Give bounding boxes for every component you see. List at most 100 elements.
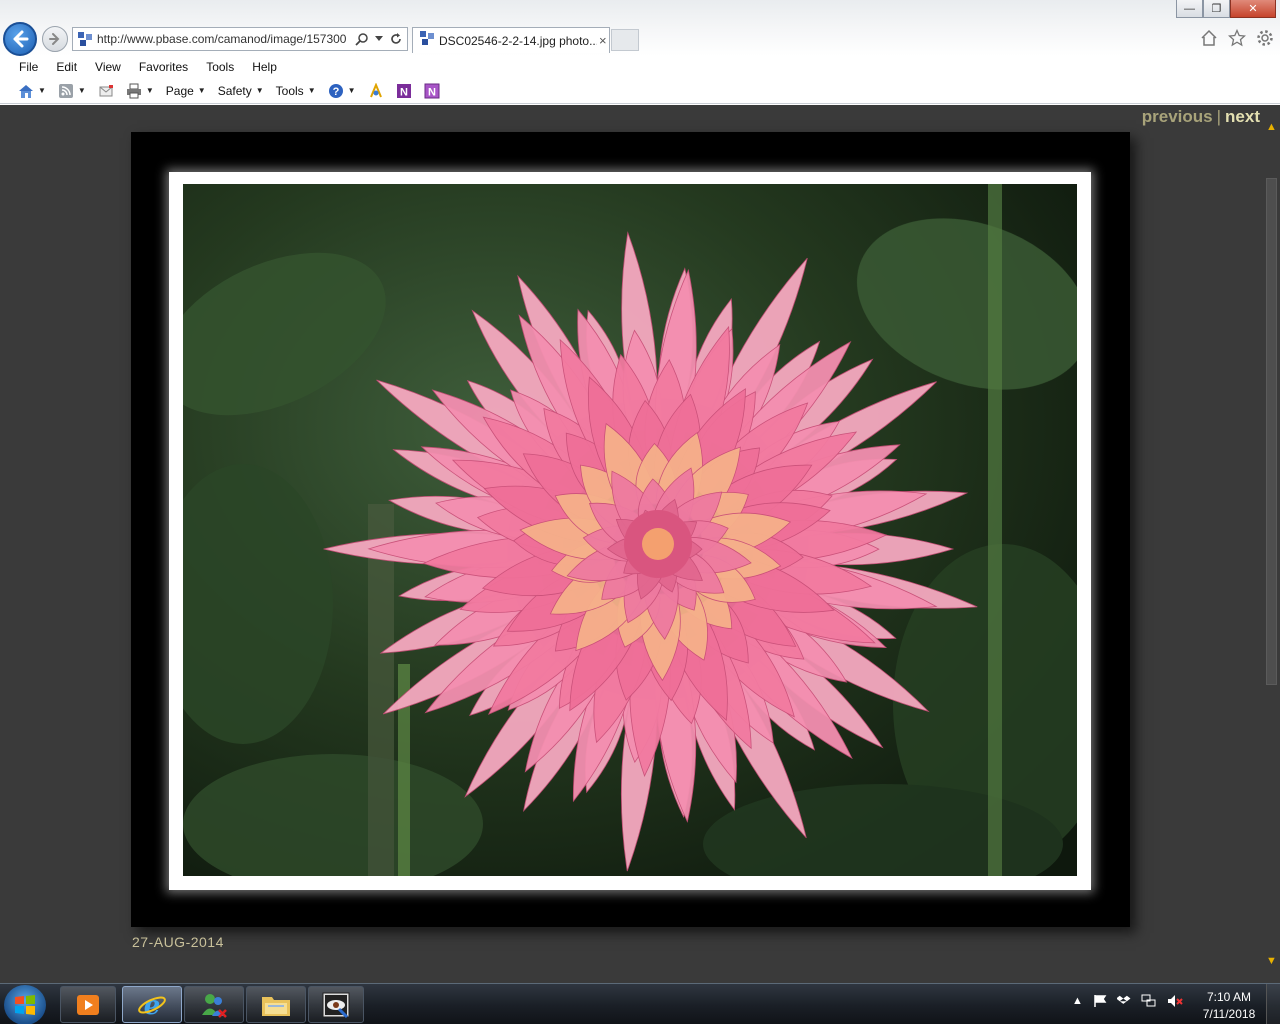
- menu-file[interactable]: File: [19, 60, 38, 74]
- taskbar: e ▲ 7:10 AM 7/11/2018: [0, 983, 1280, 1024]
- show-desktop-button[interactable]: [1266, 984, 1280, 1024]
- chevron-down-icon: ▼: [255, 86, 264, 95]
- image-date: 27-AUG-2014: [132, 934, 224, 950]
- forward-button[interactable]: [42, 26, 68, 52]
- tab-title: DSC02546-2-2-14.jpg photo...: [439, 33, 597, 48]
- home-icon: [19, 84, 33, 98]
- chevron-down-icon[interactable]: [375, 36, 383, 42]
- tools-menu-label: Tools: [275, 83, 304, 98]
- dropbox-icon[interactable]: [1116, 994, 1131, 1008]
- help-icon: ?: [328, 83, 343, 98]
- onenote-linked-command[interactable]: N: [424, 83, 440, 99]
- print-command[interactable]: ▼: [126, 83, 154, 99]
- network-icon[interactable]: [1141, 994, 1157, 1008]
- pbase-favicon-icon: [77, 31, 93, 47]
- volume-muted-icon[interactable]: [1167, 994, 1183, 1008]
- media-player-icon: [77, 994, 99, 1015]
- taskbar-file-explorer[interactable]: [246, 986, 306, 1023]
- scrollbar-thumb[interactable]: [1266, 178, 1277, 685]
- onenote-linked-icon: N: [424, 83, 440, 98]
- dahlia-photo[interactable]: [183, 184, 1077, 876]
- gear-icon[interactable]: [1256, 29, 1274, 47]
- start-button[interactable]: [4, 985, 46, 1024]
- browser-right-icons: [1200, 29, 1274, 47]
- svg-text:N: N: [400, 86, 408, 98]
- close-window-button[interactable]: ✕: [1230, 0, 1276, 18]
- new-tab-button[interactable]: [611, 29, 639, 51]
- clock-time: 7:10 AM: [1206, 990, 1252, 1004]
- menu-bar: File Edit View Favorites Tools Help: [0, 56, 1280, 78]
- chevron-down-icon: ▼: [197, 86, 206, 95]
- chevron-down-icon[interactable]: ▼: [348, 86, 356, 95]
- scroll-down-arrow-icon[interactable]: ▼: [1266, 955, 1277, 967]
- back-button[interactable]: [3, 22, 37, 56]
- scroll-up-arrow-icon[interactable]: ▲: [1266, 121, 1277, 133]
- action-center-flag-icon[interactable]: [1093, 994, 1107, 1008]
- home-command[interactable]: ▼: [18, 83, 46, 99]
- arrow-right-icon: [49, 33, 60, 45]
- svg-text:e: e: [144, 991, 161, 1020]
- help-command[interactable]: ? ▼: [328, 83, 356, 99]
- home-icon[interactable]: [1200, 29, 1218, 47]
- svg-text:?: ?: [332, 86, 339, 98]
- dahlia-image: [183, 184, 1077, 876]
- window-controls: — ❐ ✕: [1176, 0, 1276, 18]
- taskbar-media-player[interactable]: [60, 986, 116, 1023]
- system-tray: ▲: [1072, 994, 1183, 1008]
- arrow-left-icon: [13, 30, 29, 48]
- restore-button[interactable]: ❐: [1203, 0, 1230, 18]
- folder-icon: [262, 996, 290, 1016]
- pbase-favicon-icon: [419, 30, 435, 51]
- taskbar-image-viewer[interactable]: [308, 986, 364, 1023]
- page-menu-label: Page: [165, 83, 194, 98]
- minimize-button[interactable]: —: [1176, 0, 1203, 18]
- chevron-down-icon[interactable]: ▼: [38, 86, 46, 95]
- feeds-command[interactable]: ▼: [58, 83, 86, 99]
- research-command[interactable]: [368, 82, 384, 99]
- messenger-icon: [202, 993, 227, 1018]
- page-menu[interactable]: Page ▼: [166, 84, 206, 98]
- pagination-nav: previous | next: [1142, 107, 1260, 127]
- tab-close-button[interactable]: ×: [599, 33, 607, 48]
- search-icon[interactable]: [355, 32, 369, 46]
- favorites-star-icon[interactable]: [1228, 29, 1246, 47]
- image-mat: [169, 172, 1091, 890]
- system-clock[interactable]: 7:10 AM 7/11/2018: [1196, 989, 1262, 1023]
- tools-menu[interactable]: Tools ▼: [276, 84, 316, 98]
- tray-expand-icon[interactable]: ▲: [1072, 995, 1083, 1007]
- onenote-icon: N: [396, 83, 411, 98]
- svg-text:N: N: [428, 86, 436, 98]
- clock-date: 7/11/2018: [1202, 1007, 1256, 1021]
- tab-active[interactable]: DSC02546-2-2-14.jpg photo... ×: [412, 27, 610, 53]
- refresh-icon[interactable]: [389, 32, 403, 46]
- chevron-down-icon[interactable]: ▼: [78, 86, 86, 95]
- onenote-command[interactable]: N: [396, 83, 412, 99]
- address-bar[interactable]: http://www.pbase.com/camanod/image/15730…: [72, 27, 408, 51]
- nav-separator: |: [1216, 107, 1222, 126]
- menu-tools[interactable]: Tools: [206, 60, 234, 74]
- address-url[interactable]: http://www.pbase.com/camanod/image/15730…: [97, 32, 355, 46]
- mail-icon: [99, 84, 113, 96]
- chevron-down-icon[interactable]: ▼: [146, 86, 154, 95]
- menu-favorites[interactable]: Favorites: [139, 60, 188, 74]
- chevron-down-icon: ▼: [307, 86, 316, 95]
- title-bar: — ❐ ✕ http://www.pbase.com/camanod/image…: [0, 0, 1280, 56]
- next-link[interactable]: next: [1225, 107, 1260, 126]
- address-tools: [355, 32, 403, 46]
- menu-view[interactable]: View: [95, 60, 121, 74]
- taskbar-messenger[interactable]: [184, 986, 244, 1023]
- menu-edit[interactable]: Edit: [56, 60, 77, 74]
- safety-menu-label: Safety: [217, 83, 252, 98]
- internet-explorer-icon: e: [138, 991, 166, 1020]
- taskbar-internet-explorer[interactable]: e: [122, 986, 182, 1023]
- windows-logo-icon: [15, 995, 35, 1015]
- flower-center-glow: [642, 528, 674, 560]
- previous-link[interactable]: previous: [1142, 107, 1213, 126]
- safety-menu[interactable]: Safety ▼: [218, 84, 264, 98]
- research-icon: [369, 82, 382, 97]
- browser-chrome: — ❐ ✕ http://www.pbase.com/camanod/image…: [0, 0, 1280, 105]
- eye-viewer-icon: [322, 992, 350, 1018]
- vertical-scrollbar[interactable]: ▲ ▼: [1263, 105, 1280, 975]
- menu-help[interactable]: Help: [252, 60, 277, 74]
- mail-command[interactable]: [98, 83, 114, 99]
